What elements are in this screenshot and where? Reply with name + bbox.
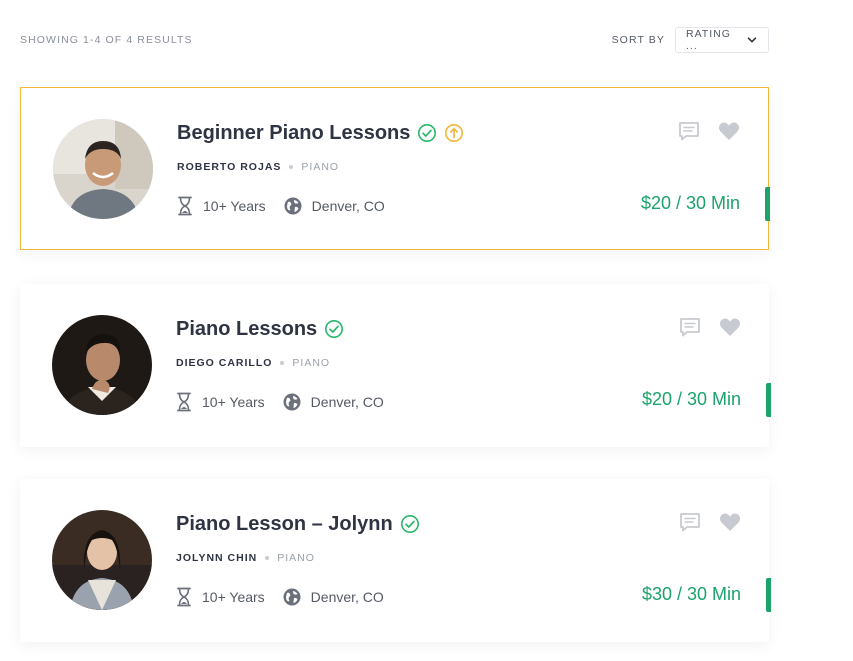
separator-dot: [289, 165, 294, 169]
experience-text: 10+ Years: [202, 394, 265, 410]
listing-meta: ROBERTO ROJAS PIANO: [177, 161, 339, 173]
results-toolbar: SHOWING 1-4 OF 4 RESULTS SORT BY RATING …: [20, 26, 769, 54]
globe-icon: [284, 197, 302, 215]
avatar[interactable]: [52, 315, 152, 415]
globe-icon: [283, 393, 301, 411]
location-text: Denver, CO: [311, 198, 385, 214]
listing-title[interactable]: Piano Lesson – Jolynn: [176, 513, 393, 536]
location-text: Denver, CO: [310, 589, 384, 605]
listing-price: $20 / 30 Min: [640, 193, 740, 213]
listing-title-row: Beginner Piano Lessons: [177, 119, 464, 147]
heart-icon[interactable]: [719, 317, 741, 337]
listing-actions: [678, 121, 740, 141]
globe-icon: [283, 588, 301, 606]
listing-title-row: Piano Lesson – Jolynn: [176, 510, 420, 538]
location-info: Denver, CO: [284, 197, 385, 215]
instrument-label: PIANO: [301, 161, 340, 173]
listing-info: 10+ Years Denver, CO: [177, 196, 403, 216]
avatar[interactable]: [53, 119, 153, 219]
experience-text: 10+ Years: [202, 589, 265, 605]
listing-card[interactable]: Piano Lessons DIEGO CARILLO PIANO 10+ Ye…: [20, 284, 771, 447]
instrument-label: PIANO: [292, 357, 331, 369]
listing-meta: JOLYNN CHIN PIANO: [176, 552, 315, 564]
book-tab[interactable]: [766, 383, 771, 417]
book-tab[interactable]: [766, 578, 771, 612]
promoted-arrow-up-icon: [445, 124, 464, 142]
teacher-name[interactable]: ROBERTO ROJAS: [177, 161, 281, 173]
listing-price: $30 / 30 Min: [641, 584, 741, 604]
verified-check-icon: [400, 515, 419, 533]
listing-card[interactable]: Beginner Piano Lessons ROBERTO ROJAS PIA…: [20, 87, 770, 250]
separator-dot: [265, 556, 270, 560]
teacher-name[interactable]: DIEGO CARILLO: [176, 357, 272, 369]
experience-info: 10+ Years: [177, 196, 266, 216]
heart-icon[interactable]: [719, 512, 741, 532]
experience-info: 10+ Years: [176, 392, 265, 412]
verified-check-icon: [325, 320, 344, 338]
listing-title[interactable]: Piano Lessons: [176, 318, 317, 341]
message-icon[interactable]: [679, 317, 701, 337]
message-icon[interactable]: [679, 512, 701, 532]
experience-info: 10+ Years: [176, 587, 265, 607]
hourglass-icon: [178, 196, 192, 216]
sort-value: RATING ...: [686, 28, 731, 52]
listing-actions: [679, 512, 741, 532]
listing-info: 10+ Years Denver, CO: [176, 587, 402, 607]
listing-meta: DIEGO CARILLO PIANO: [176, 357, 330, 369]
experience-text: 10+ Years: [203, 198, 266, 214]
listing-info: 10+ Years Denver, CO: [176, 392, 402, 412]
listing-title[interactable]: Beginner Piano Lessons: [177, 122, 410, 145]
listing-title-row: Piano Lessons: [176, 315, 344, 343]
verified-check-icon: [418, 124, 437, 142]
separator-dot: [280, 361, 285, 365]
message-icon[interactable]: [678, 121, 700, 141]
heart-icon[interactable]: [718, 121, 740, 141]
location-info: Denver, CO: [283, 393, 384, 411]
location-text: Denver, CO: [310, 394, 384, 410]
avatar[interactable]: [52, 510, 152, 610]
listing-card[interactable]: Piano Lesson – Jolynn JOLYNN CHIN PIANO …: [20, 479, 771, 642]
teacher-name[interactable]: JOLYNN CHIN: [176, 552, 257, 564]
listing-actions: [679, 317, 741, 337]
results-count: SHOWING 1-4 OF 4 RESULTS: [20, 34, 193, 46]
sort-control: SORT BY RATING ...: [612, 26, 769, 54]
location-info: Denver, CO: [283, 588, 384, 606]
chevron-down-icon: [747, 37, 757, 43]
sort-select[interactable]: RATING ...: [675, 27, 769, 53]
hourglass-icon: [177, 587, 191, 607]
book-tab[interactable]: [765, 187, 770, 221]
hourglass-icon: [177, 392, 191, 412]
sort-label: SORT BY: [611, 34, 665, 46]
listing-price: $20 / 30 Min: [641, 389, 741, 409]
instrument-label: PIANO: [277, 552, 315, 564]
